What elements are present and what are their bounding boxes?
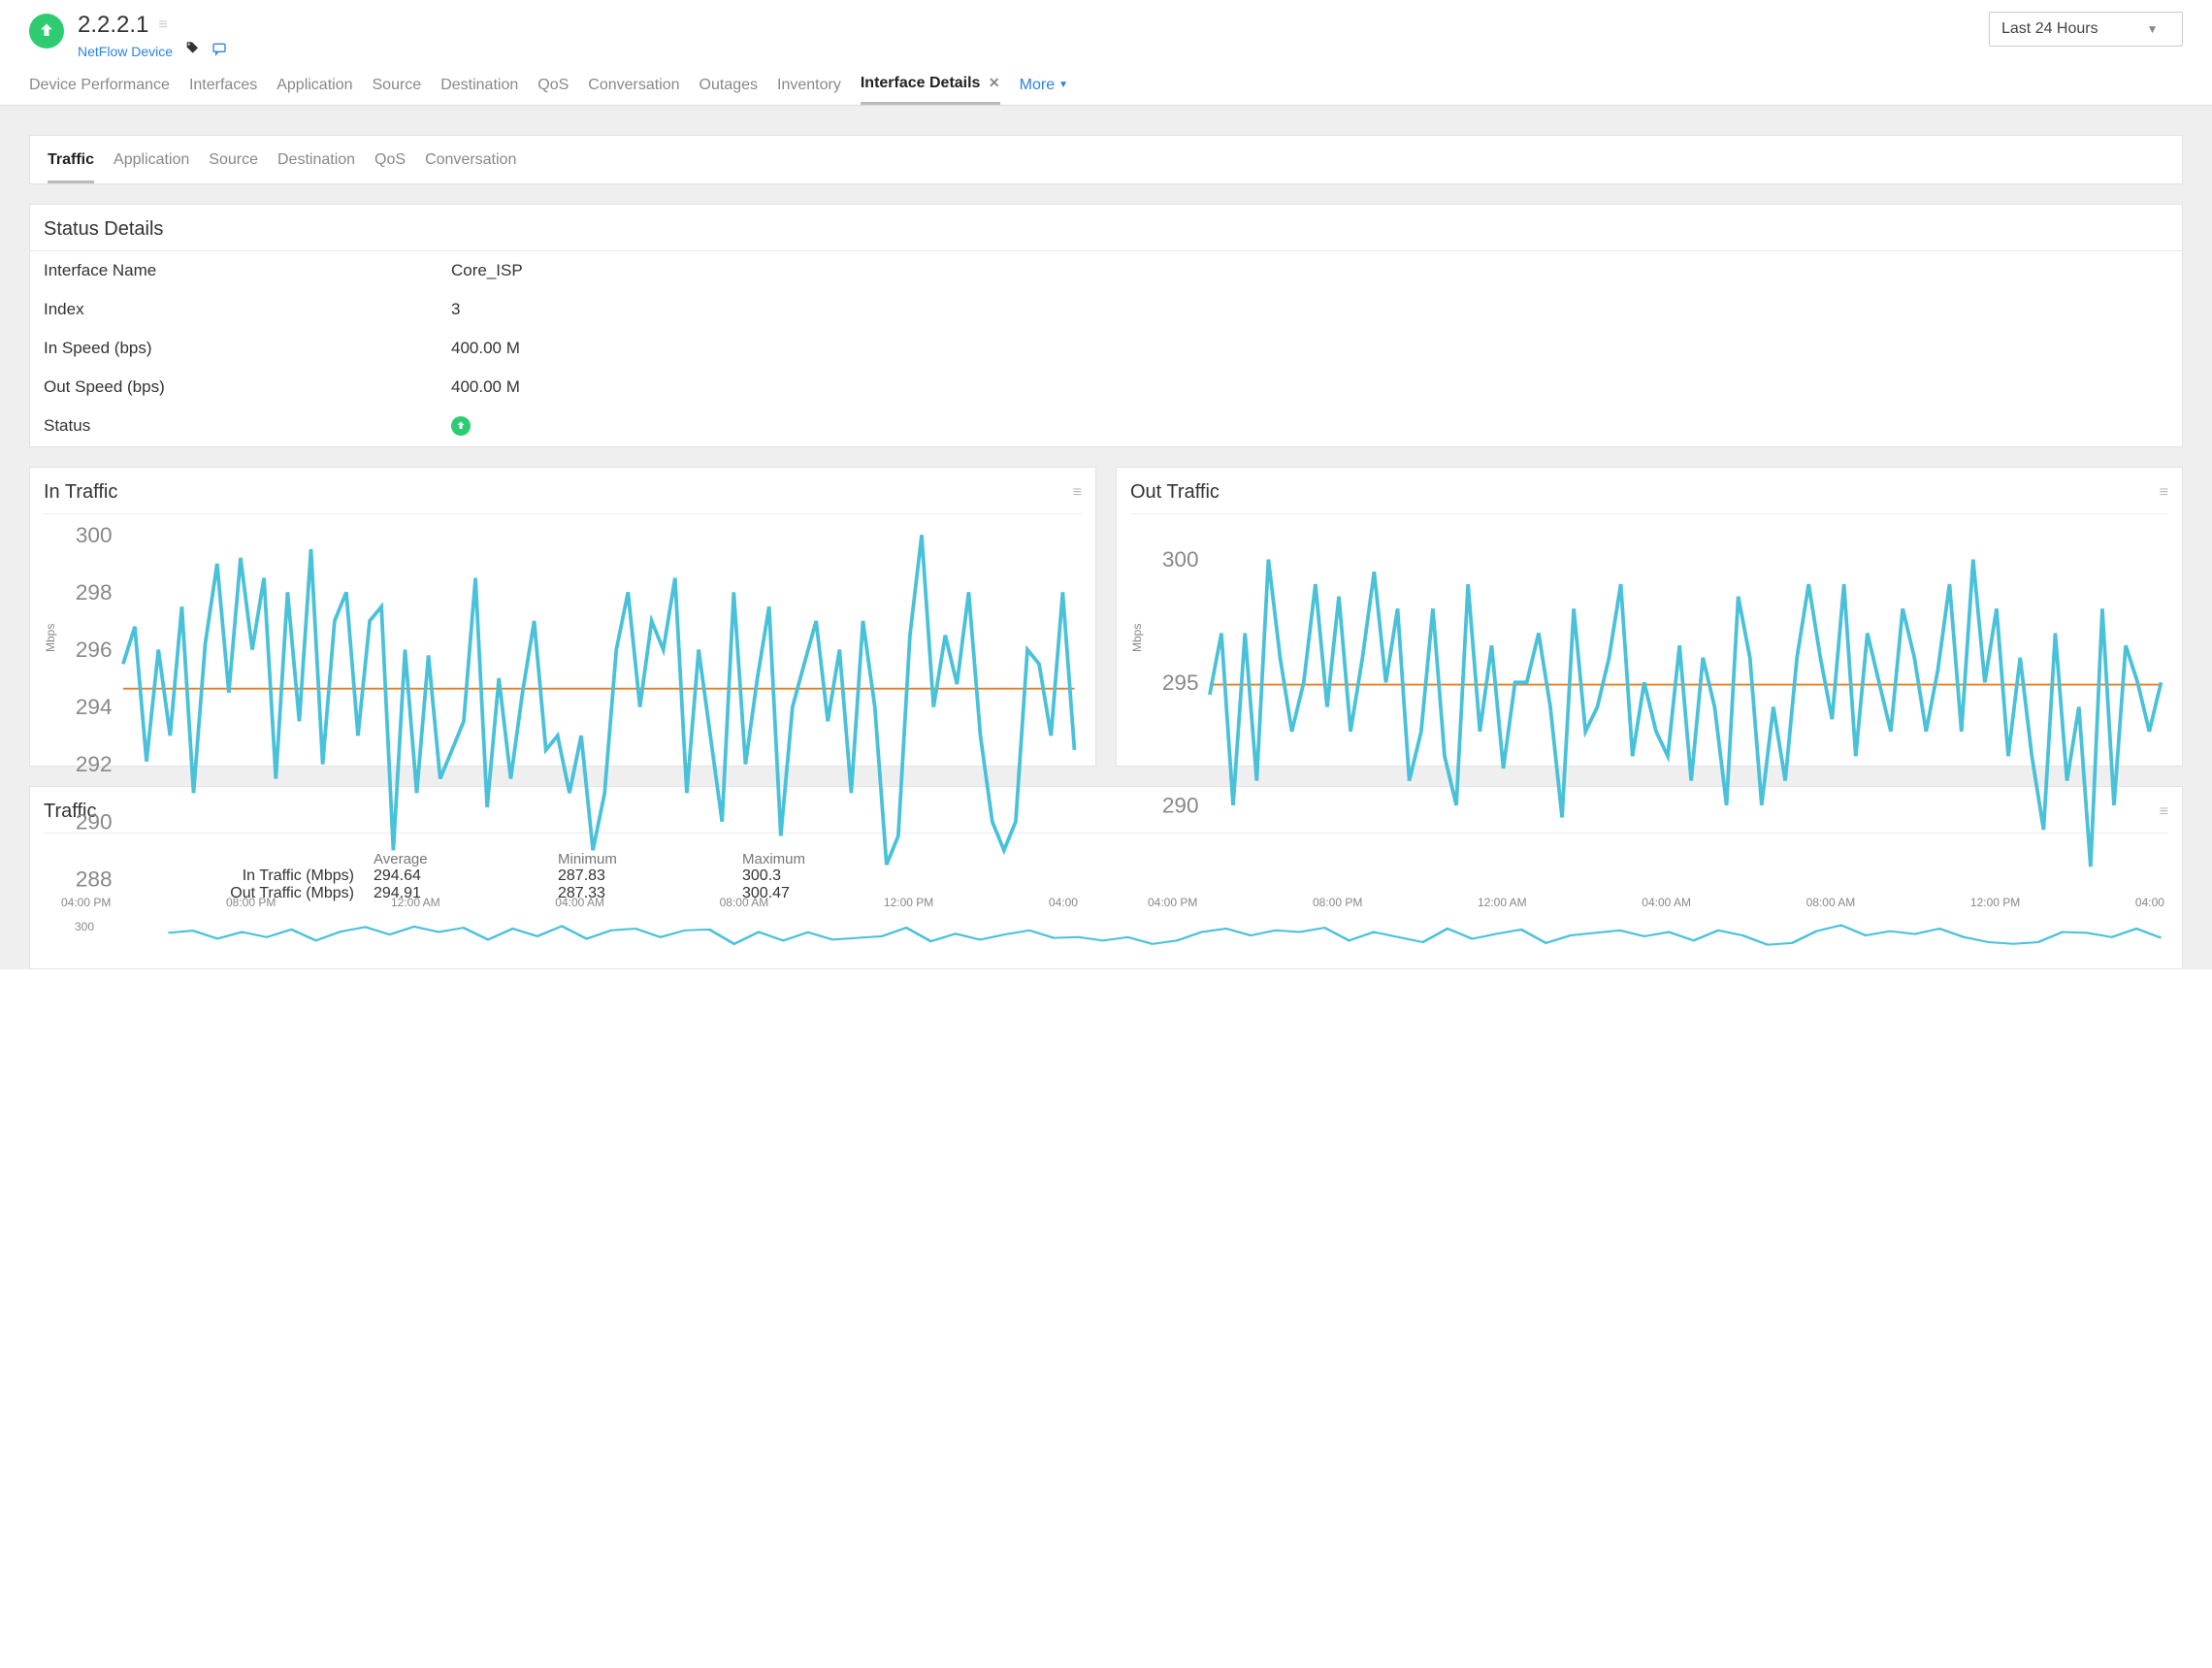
label-status: Status (44, 416, 451, 437)
y-axis-label-in: Mbps (44, 524, 57, 752)
inner-tab-traffic[interactable]: Traffic (48, 151, 94, 183)
inner-tab-destination[interactable]: Destination (277, 151, 355, 183)
inner-tab-conversation[interactable]: Conversation (425, 151, 516, 183)
chart-title-in: In Traffic (44, 481, 117, 504)
svg-text:300: 300 (1162, 547, 1199, 572)
tab-source[interactable]: Source (373, 77, 422, 104)
svg-text:288: 288 (76, 867, 113, 890)
time-range-label: Last 24 Hours (2001, 20, 2098, 38)
svg-text:290: 290 (76, 809, 113, 834)
svg-text:296: 296 (76, 638, 113, 662)
tag-icon[interactable] (184, 41, 200, 61)
value-in-speed: 400.00 M (451, 339, 2168, 358)
time-range-select[interactable]: Last 24 Hours ▼ (1989, 12, 2183, 47)
y-axis-label-out: Mbps (1130, 524, 1144, 752)
tab-interfaces[interactable]: Interfaces (189, 77, 257, 104)
caret-down-icon: ▼ (2147, 22, 2159, 36)
value-out-speed: 400.00 M (451, 377, 2168, 397)
svg-text:295: 295 (1162, 670, 1199, 695)
caret-down-icon: ▼ (1058, 80, 1068, 90)
inner-tab-application[interactable]: Application (114, 151, 189, 183)
status-details-title: Status Details (30, 205, 2182, 251)
label-index: Index (44, 300, 451, 319)
value-index: 3 (451, 300, 2168, 319)
tab-application[interactable]: Application (276, 77, 352, 104)
chart-menu-icon[interactable]: ≡ (2160, 484, 2168, 502)
inner-tab-qos[interactable]: QoS (374, 151, 406, 183)
chart-menu-icon[interactable]: ≡ (1073, 484, 1082, 502)
inner-tab-source[interactable]: Source (209, 151, 258, 183)
svg-text:294: 294 (76, 695, 113, 719)
value-interface-name: Core_ISP (451, 261, 2168, 280)
drag-handle-icon[interactable]: ≡ (158, 16, 167, 34)
tab-destination[interactable]: Destination (440, 77, 518, 104)
notes-icon[interactable] (211, 41, 227, 61)
tab-qos[interactable]: QoS (537, 77, 569, 104)
tab-interface-details[interactable]: Interface Details ✕ (861, 75, 1000, 105)
inner-tabs: Traffic Application Source Destination Q… (30, 136, 2182, 183)
tab-device-performance[interactable]: Device Performance (29, 77, 170, 104)
svg-text:290: 290 (1162, 793, 1199, 817)
label-interface-name: Interface Name (44, 261, 451, 280)
device-type-link[interactable]: NetFlow Device (78, 44, 173, 59)
device-status-icon (29, 14, 64, 49)
svg-text:300: 300 (76, 524, 113, 547)
label-out-speed: Out Speed (bps) (44, 377, 451, 397)
tab-conversation[interactable]: Conversation (588, 77, 679, 104)
label-in-speed: In Speed (bps) (44, 339, 451, 358)
svg-text:292: 292 (76, 752, 113, 776)
tab-outages[interactable]: Outages (699, 77, 758, 104)
tabs-more[interactable]: More ▼ (1020, 77, 1068, 104)
close-tab-icon[interactable]: ✕ (989, 75, 1000, 90)
in-traffic-chart: In Traffic ≡ Mbps 288290292294296298300 … (29, 467, 1096, 767)
status-details-card: Status Details Interface NameCore_ISP In… (29, 204, 2183, 447)
svg-text:298: 298 (76, 580, 113, 605)
page-title: 2.2.2.1 (78, 12, 148, 39)
chart-title-out: Out Traffic (1130, 481, 1220, 504)
tab-inventory[interactable]: Inventory (777, 77, 841, 104)
out-traffic-chart: Out Traffic ≡ Mbps 290295300 04:00 PM08:… (1116, 467, 2183, 767)
status-up-icon (451, 416, 471, 436)
preview-ytick: 300 (44, 916, 102, 933)
primary-tabs: Device Performance Interfaces Applicatio… (0, 61, 2212, 106)
